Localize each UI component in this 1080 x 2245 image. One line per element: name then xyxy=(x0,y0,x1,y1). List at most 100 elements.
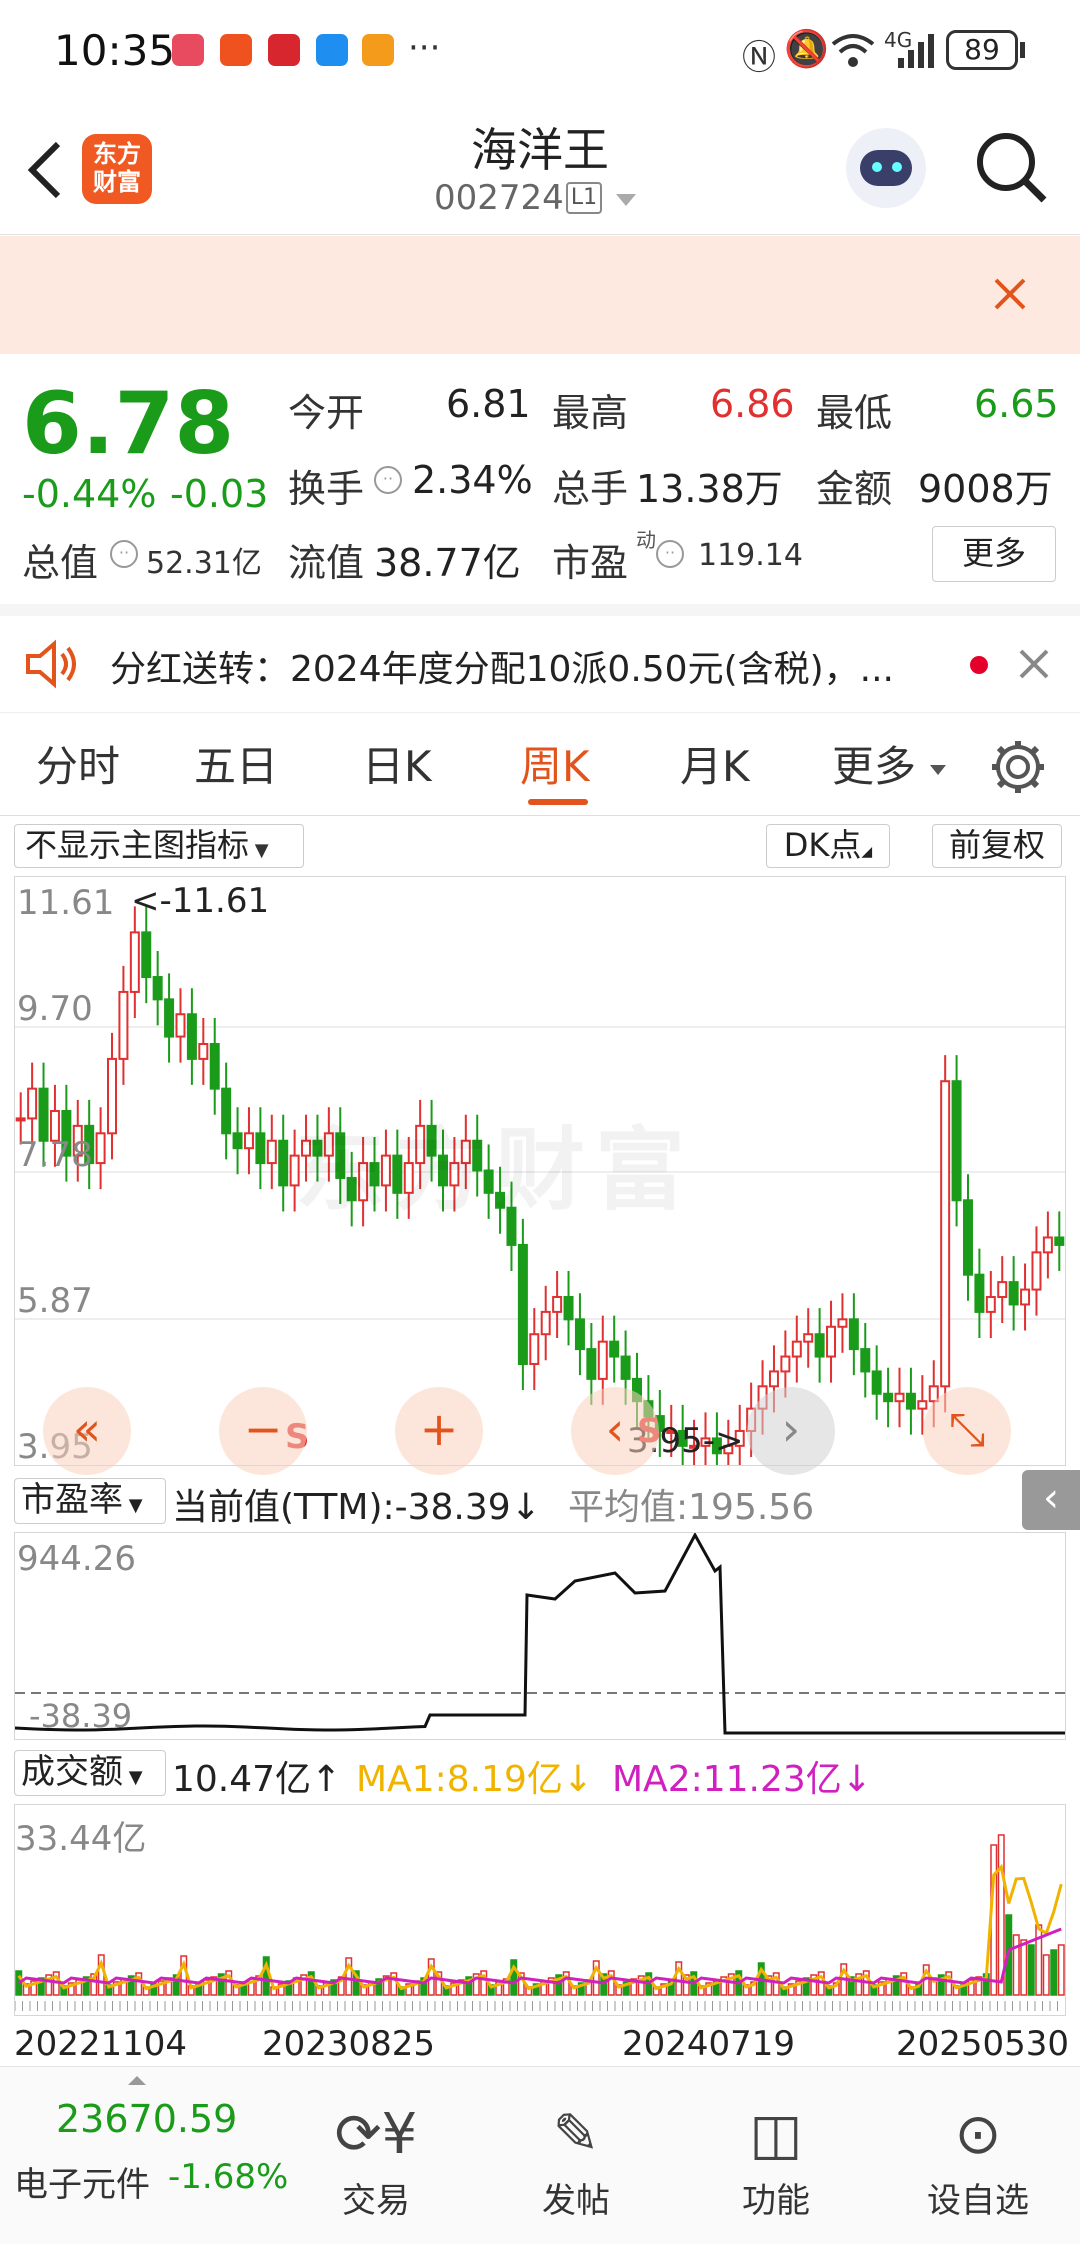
max-price-marker: <-11.61 xyxy=(131,881,270,921)
y-label-top: 11.61 xyxy=(17,883,115,923)
candle-body xyxy=(837,1318,848,1328)
kline-chart[interactable]: 东方财富 11.61 9.70 7.78 5.87 3.95 <-11.61 3… xyxy=(14,876,1066,1475)
caret-up-icon xyxy=(128,2076,146,2085)
candle-body xyxy=(141,931,152,979)
volume-value: 13.38万 xyxy=(636,467,783,511)
tab-intraday[interactable]: 分时 xyxy=(36,733,120,794)
ma1-value: MA1:8.19亿↓ xyxy=(356,1750,593,1802)
notice-bar xyxy=(0,236,1080,354)
main-indicator-label: 不显示主图指标 xyxy=(25,826,250,864)
volume-chart[interactable]: 33.44亿 xyxy=(14,1804,1066,2016)
ma2-value: MA2:11.23亿↓ xyxy=(612,1750,872,1802)
candle-body xyxy=(517,1243,528,1365)
trade-label: 交易 xyxy=(342,2181,410,2221)
candle-body xyxy=(803,1333,814,1343)
current-price: 6.78 xyxy=(22,374,235,474)
scroll-left-fast-icon[interactable]: « xyxy=(43,1387,131,1475)
zoom-out-icon[interactable]: − xyxy=(219,1387,307,1475)
candle-body xyxy=(164,998,175,1038)
chart-tabs: 分时 五日 日K 周K 月K 更多 xyxy=(0,712,1080,816)
robot-assistant-icon[interactable] xyxy=(846,128,926,208)
volume-bars xyxy=(15,1834,1065,1996)
volume-bar xyxy=(1020,1939,1028,1996)
chevron-down-icon[interactable] xyxy=(928,763,948,777)
sector-index[interactable]: 23670.59 电子元件 -1.68% xyxy=(0,2067,288,2245)
trade-button[interactable]: ⟳¥ 交易 xyxy=(316,2103,436,2222)
candle-body xyxy=(894,1392,905,1403)
candle-body xyxy=(974,1273,985,1313)
zoom-in-icon[interactable]: + xyxy=(395,1387,483,1475)
candle-body xyxy=(780,1355,791,1373)
volume-svg xyxy=(15,1834,1065,2011)
news-text[interactable]: 分红送转：2024年度分配10派0.50元(含税)，... xyxy=(110,640,950,692)
fullscreen-icon[interactable]: ⤡ xyxy=(923,1387,1011,1475)
info-icon[interactable]: ·· xyxy=(374,466,402,494)
active-tab-indicator xyxy=(528,799,588,805)
add-watchlist-button[interactable]: ⊙ 设自选 xyxy=(918,2103,1038,2222)
tab-daily-k[interactable]: 日K xyxy=(362,733,432,794)
more-button[interactable]: 更多 xyxy=(932,526,1056,582)
candle-body xyxy=(27,1087,38,1120)
low-label: 最低 xyxy=(816,391,893,435)
main-indicator-select[interactable]: 不显示主图指标 ▼ xyxy=(14,824,304,868)
app-notification-icon xyxy=(268,34,300,66)
post-button[interactable]: ✎ 发帖 xyxy=(516,2103,636,2222)
search-icon[interactable] xyxy=(974,130,1050,206)
volume-indicator-select[interactable]: 成交额 ▼ xyxy=(14,1750,166,1796)
grid-icon: ◫ xyxy=(749,2102,803,2167)
chevron-down-icon[interactable] xyxy=(614,192,638,208)
info-icon[interactable]: ·· xyxy=(110,540,138,568)
signal-icon xyxy=(898,34,934,68)
close-icon[interactable] xyxy=(992,276,1028,312)
function-button[interactable]: ◫ 功能 xyxy=(716,2103,836,2222)
candle-body xyxy=(1042,1236,1053,1254)
pe-indicator-select[interactable]: 市盈率 ▼ xyxy=(14,1478,166,1524)
down-arrow-icon: ↓ xyxy=(841,1759,872,1800)
close-icon[interactable] xyxy=(1018,648,1050,680)
candle-body xyxy=(848,1318,859,1351)
status-time: 10:35 xyxy=(54,26,176,75)
pe-current-text: 当前值(TTM):-38.39 xyxy=(172,1487,511,1528)
candle-body xyxy=(221,1087,232,1135)
candle-body xyxy=(38,1087,49,1142)
adjust-mode-button[interactable]: 前复权 xyxy=(932,824,1062,868)
x-label-1: 20221104 xyxy=(14,2024,188,2064)
candle-body xyxy=(107,1057,118,1135)
tab-five-day[interactable]: 五日 xyxy=(194,733,278,794)
mute-icon: 🔕 xyxy=(784,29,829,70)
candle-body xyxy=(278,1139,289,1187)
x-label-4: 20250530 xyxy=(896,2024,1070,2064)
collapse-panel-icon[interactable]: ‹ xyxy=(1022,1470,1080,1530)
candle-body xyxy=(266,1139,277,1165)
gear-icon[interactable] xyxy=(988,737,1048,797)
pe-current-value: 当前值(TTM):-38.39↓ xyxy=(172,1478,541,1530)
level-badge[interactable]: L1 xyxy=(566,182,602,214)
amount-label: 金额 xyxy=(816,467,893,511)
candle-body xyxy=(118,990,129,1060)
candle-body xyxy=(1054,1236,1065,1246)
tab-monthly-k[interactable]: 月K xyxy=(680,733,750,794)
volume-bar xyxy=(1057,1944,1065,1996)
float-cap-label: 流值 xyxy=(288,541,365,585)
post-label: 发帖 xyxy=(542,2181,610,2221)
up-arrow-icon: ↑ xyxy=(311,1759,342,1800)
yen-exchange-icon: ⟳¥ xyxy=(334,2102,418,2167)
dk-points-label: DK点 xyxy=(783,826,862,864)
message-notification-icon xyxy=(316,34,348,66)
amount-current-text: 10.47亿 xyxy=(172,1759,312,1800)
app-notification-icon xyxy=(172,34,204,66)
scroll-right-icon[interactable]: › xyxy=(747,1387,835,1475)
tab-more[interactable]: 更多 xyxy=(832,733,916,794)
candle-body xyxy=(962,1199,973,1276)
volume-y-top: 33.44亿 xyxy=(15,1819,147,1859)
x-axis-ticks xyxy=(15,2001,1058,2011)
scroll-left-icon[interactable]: ‹ xyxy=(571,1387,659,1475)
volume-selector-label: 成交额 xyxy=(21,1752,123,1792)
change-percent: -0.44% xyxy=(22,472,157,516)
info-icon[interactable]: ·· xyxy=(656,540,684,568)
tab-weekly-k[interactable]: 周K xyxy=(520,733,590,794)
more-circle-icon: ⊙ xyxy=(954,2102,1002,2167)
news-ticker[interactable]: 分红送转：2024年度分配10派0.50元(含税)，... xyxy=(0,616,1080,712)
dk-points-button[interactable]: DK点◢ xyxy=(766,824,890,868)
pe-chart[interactable]: 944.26 -38.39 xyxy=(14,1532,1066,1740)
